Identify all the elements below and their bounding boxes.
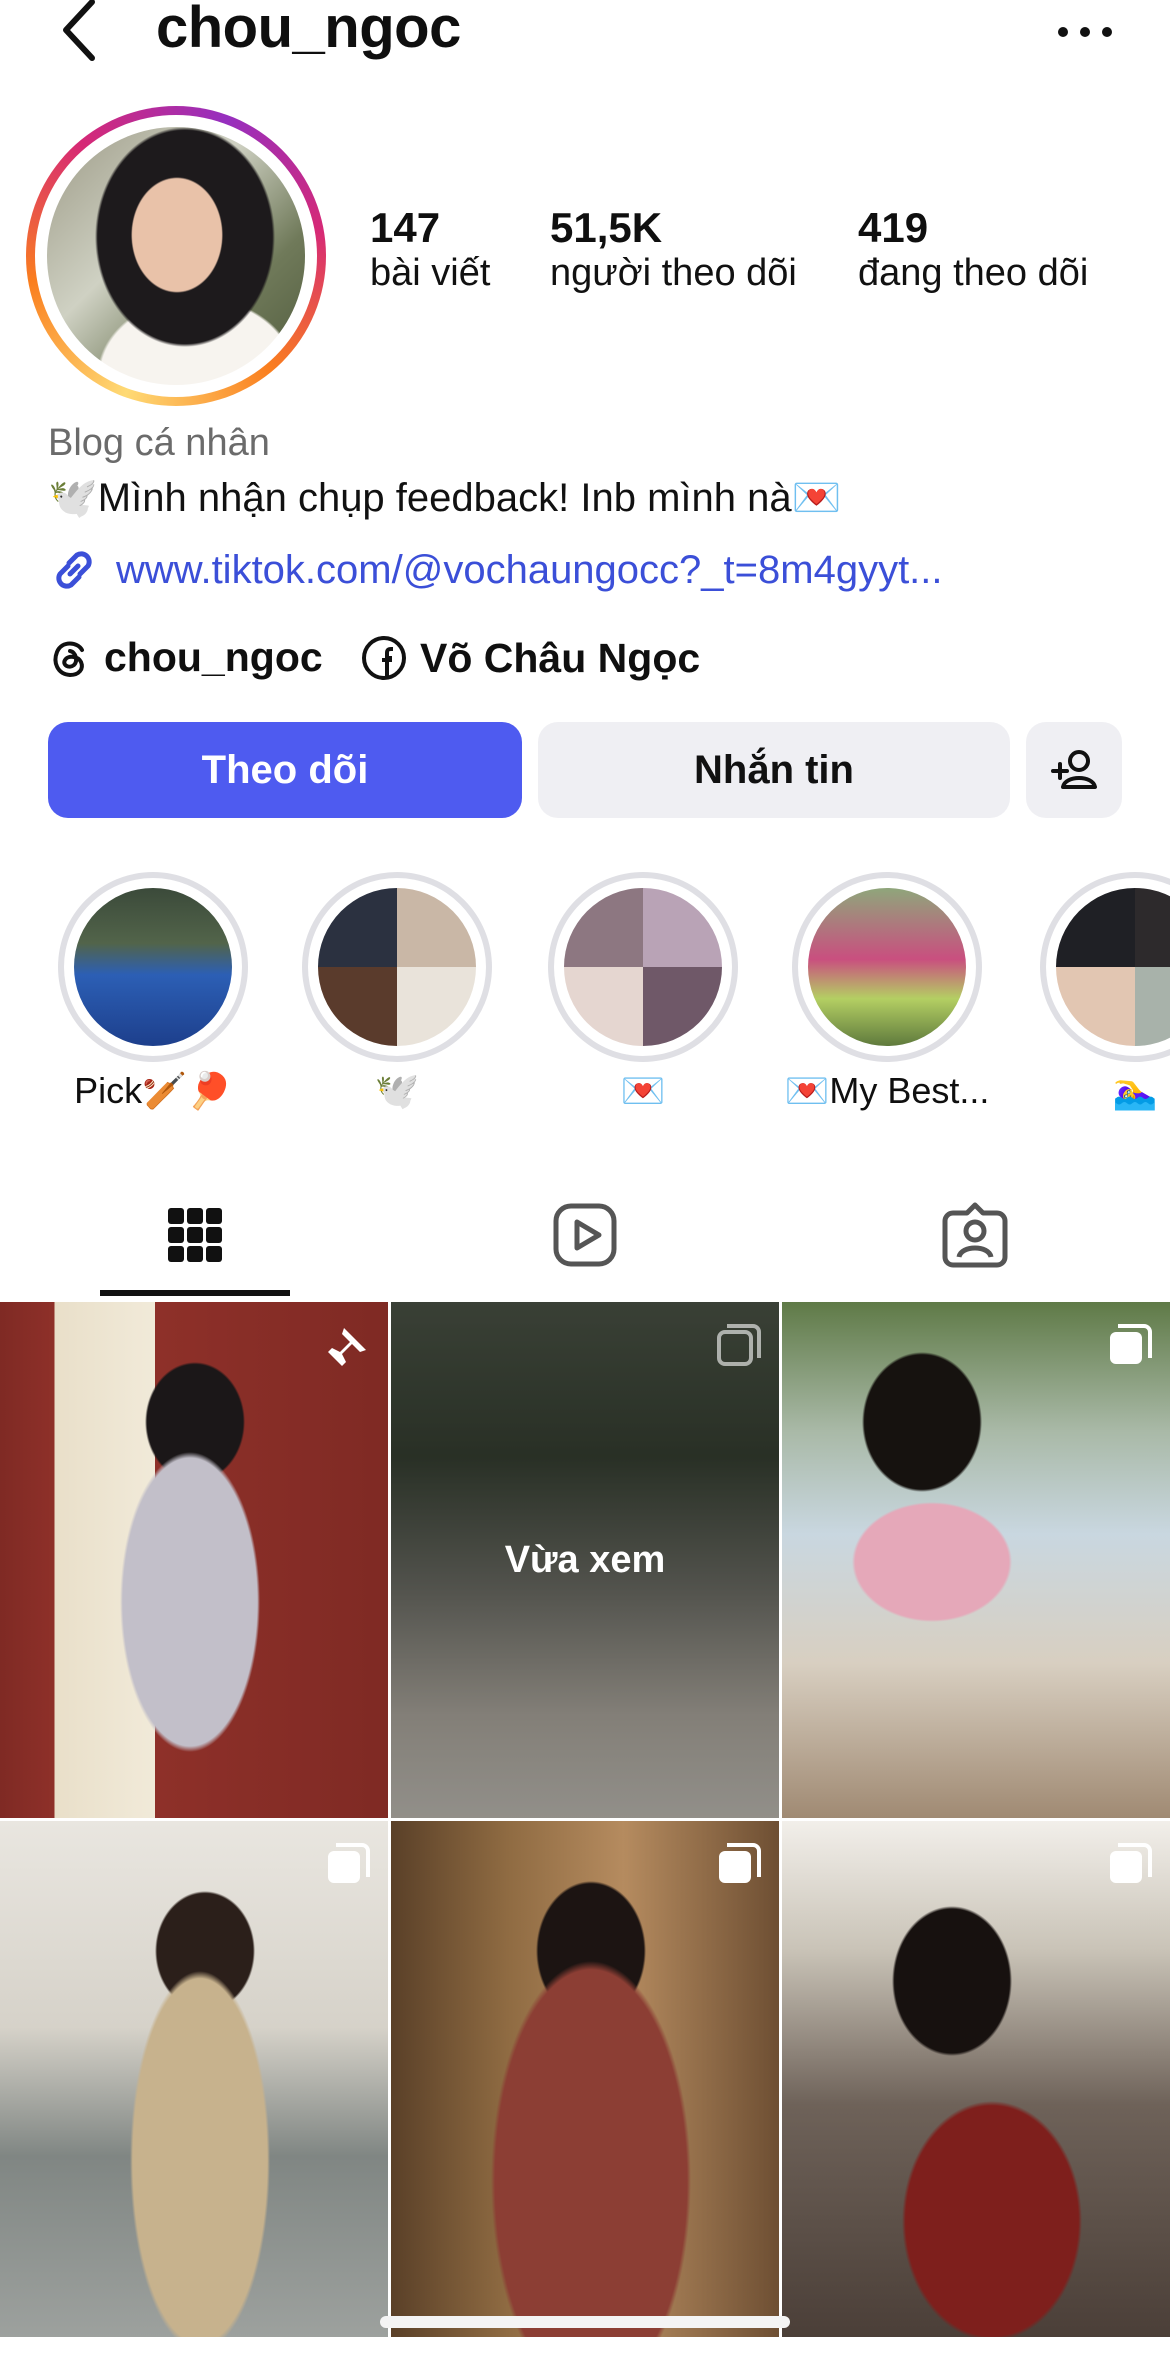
grid-post-6[interactable] <box>782 1821 1170 2337</box>
home-indicator[interactable] <box>380 2316 790 2328</box>
highlight-dove[interactable]: 🕊️ <box>302 872 492 1132</box>
back-arrow-icon[interactable] <box>52 0 112 66</box>
bio-link[interactable]: www.tiktok.com/@vochaungocc?_t=8m4gyyt..… <box>48 544 943 596</box>
carousel-icon <box>1110 1843 1152 1883</box>
follow-button[interactable]: Theo dõi <box>48 722 522 818</box>
stat-posts: 147 bài viết <box>370 204 490 295</box>
recently-viewed-label: Vừa xem <box>504 1538 666 1581</box>
grid-post-3[interactable] <box>782 1302 1170 1818</box>
carousel-icon <box>717 1324 761 1366</box>
highlight-thumbnail <box>808 888 966 1046</box>
threads-icon <box>53 641 84 677</box>
stat-followers[interactable]: 51,5K người theo dõi <box>550 204 797 295</box>
bio-text: 🕊️Mình nhận chụp feedback! Inb mình nà💌 <box>48 476 842 520</box>
highlight-label: 💌My Best... <box>784 1070 990 1111</box>
stat-followers-count: 51,5K <box>550 204 663 251</box>
tagged-icon <box>942 1202 1008 1268</box>
post-image <box>391 1821 779 2337</box>
carousel-icon <box>328 1843 370 1883</box>
carousel-icon <box>719 1843 761 1883</box>
profile-category: Blog cá nhân <box>48 422 270 464</box>
stat-following[interactable]: 419 đang theo dõi <box>858 204 1088 295</box>
highlight-pick[interactable]: Pick🏏🏓 <box>58 872 248 1132</box>
active-tab-indicator <box>100 1290 290 1296</box>
post-image <box>782 1821 1170 2337</box>
highlight-thumbnail <box>318 888 476 1046</box>
reels-icon <box>553 1203 617 1267</box>
message-button[interactable]: Nhắn tin <box>538 722 1010 818</box>
tab-reels[interactable] <box>505 1190 665 1280</box>
bio-link-text: www.tiktok.com/@vochaungocc?_t=8m4gyyt..… <box>116 547 943 592</box>
highlight-thumbnail <box>74 888 232 1046</box>
stat-posts-count: 147 <box>370 204 441 251</box>
grid-post-2[interactable]: Vừa xem <box>391 1302 779 1818</box>
avatar[interactable] <box>26 106 326 406</box>
facebook-link[interactable]: Võ Châu Ngọc <box>360 634 700 682</box>
post-image <box>0 1821 388 2337</box>
stat-following-count: 419 <box>858 204 929 251</box>
add-user-icon <box>1051 750 1097 789</box>
threads-link[interactable]: chou_ngoc <box>48 634 323 681</box>
highlight-label: 🏊‍♀️ <box>1112 1070 1158 1111</box>
highlight-thumbnail <box>564 888 722 1046</box>
stat-following-label: đang theo dõi <box>858 252 1089 294</box>
highlight-my-best[interactable]: 💌My Best... <box>785 872 989 1132</box>
more-options-icon[interactable] <box>1054 22 1116 42</box>
tab-tagged[interactable] <box>895 1190 1055 1280</box>
grid-post-4[interactable] <box>0 1821 388 2337</box>
threads-handle-text: chou_ngoc <box>104 634 323 680</box>
stat-posts-label: bài viết <box>370 252 491 294</box>
grid-post-1[interactable] <box>0 1302 388 1818</box>
post-image <box>0 1302 388 1818</box>
stat-followers-label: người theo dõi <box>550 252 797 294</box>
tab-posts-grid[interactable] <box>115 1190 275 1280</box>
suggest-users-button[interactable] <box>1026 722 1122 818</box>
grid-post-5[interactable] <box>391 1821 779 2337</box>
avatar-photo <box>47 127 305 385</box>
highlight-label: Pick🏏🏓 <box>74 1070 232 1111</box>
link-icon <box>56 551 92 589</box>
facebook-icon <box>362 636 406 680</box>
highlight-letter[interactable]: 💌 <box>548 872 738 1132</box>
carousel-icon <box>1110 1324 1152 1364</box>
post-image <box>782 1302 1170 1818</box>
profile-username: chou_ngoc <box>156 0 461 60</box>
grid-icon <box>168 1208 222 1262</box>
highlight-label: 🕊️ <box>374 1070 420 1111</box>
highlight-swim[interactable]: 🏊‍♀️ <box>1040 872 1170 1132</box>
facebook-name-text: Võ Châu Ngọc <box>420 634 701 681</box>
recently-viewed-overlay: Vừa xem <box>391 1302 779 1818</box>
highlight-label: 💌 <box>620 1070 666 1111</box>
pin-icon <box>328 1328 366 1366</box>
